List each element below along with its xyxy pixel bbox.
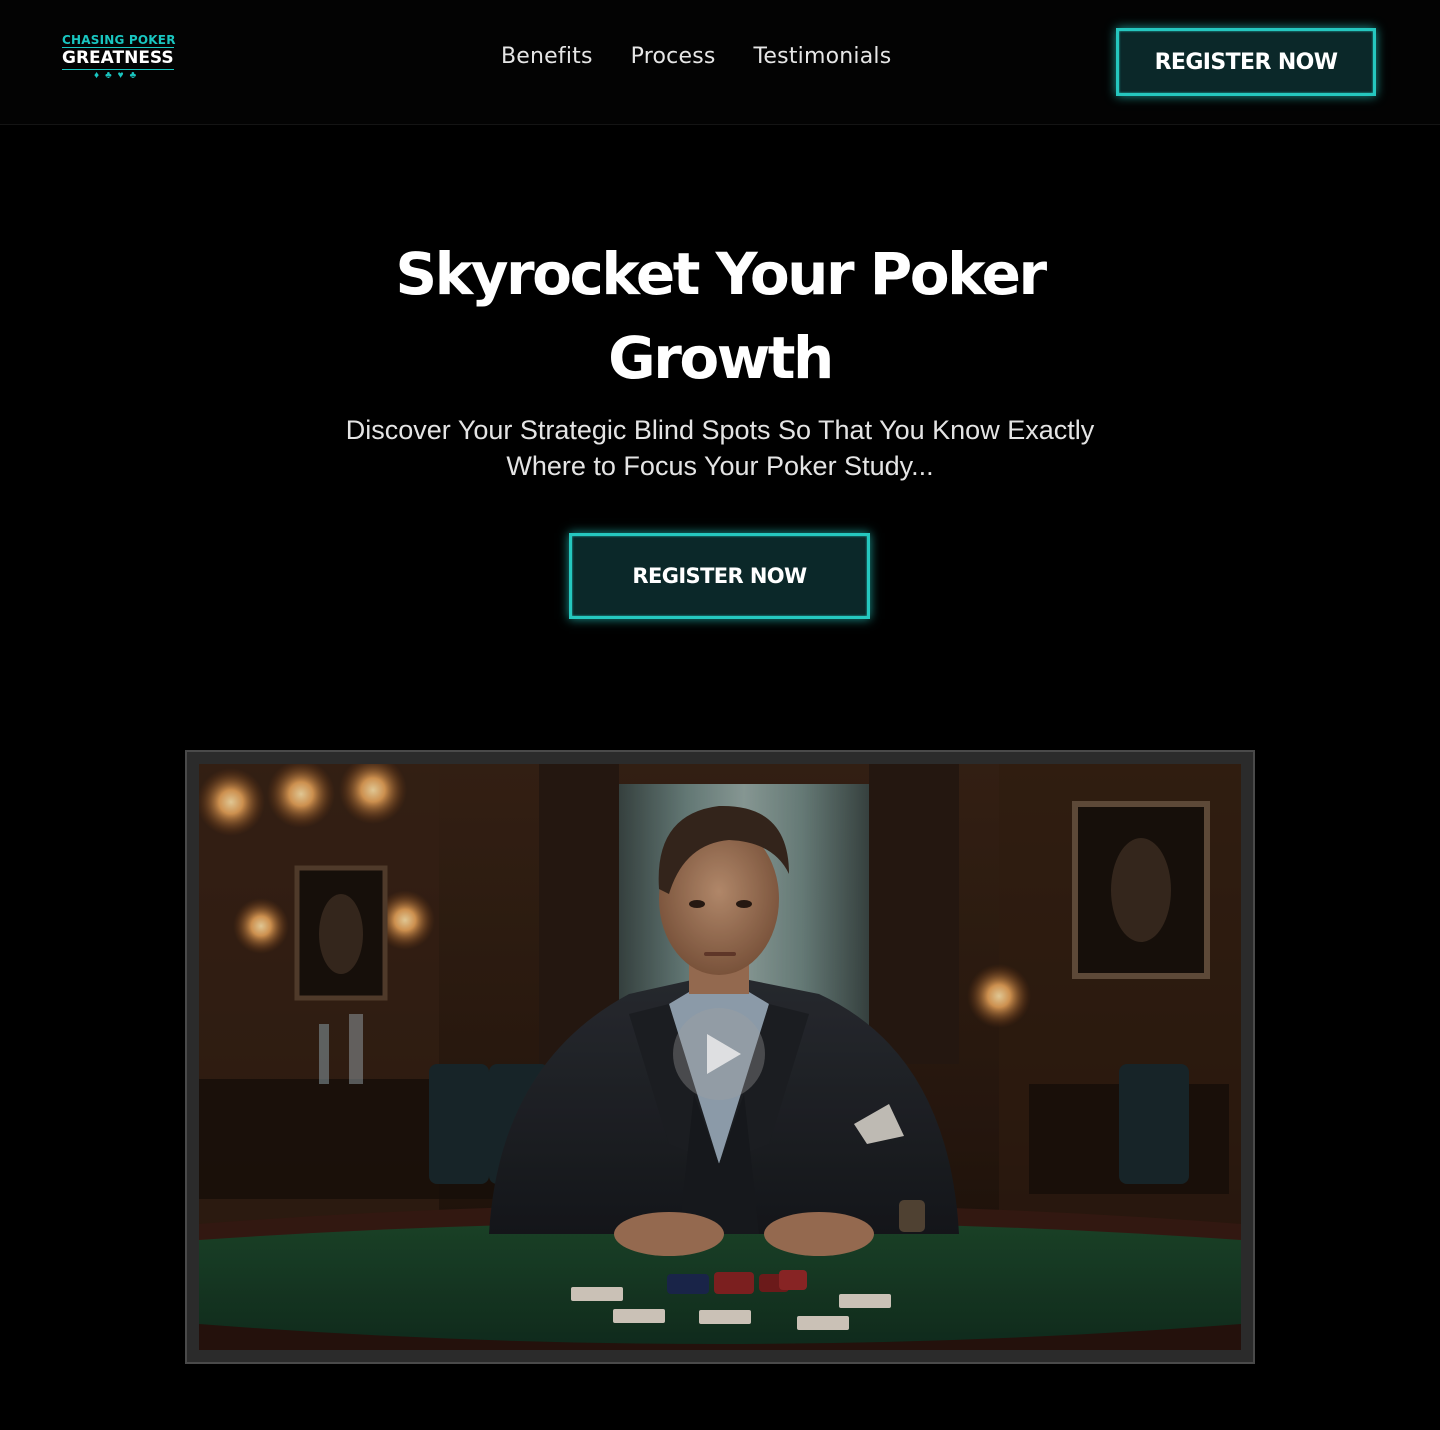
nav-link-benefits[interactable]: Benefits [501,44,593,69]
play-button[interactable] [673,1008,765,1100]
hero-subtitle-line-1: Discover Your Strategic Blind Spots So T… [345,415,1095,445]
hero-subtitle: Discover Your Strategic Blind Spots So T… [0,412,1440,484]
logo[interactable]: CHASING POKER GREATNESS ♦♣♥♣ [62,33,186,82]
hero-title: Skyrocket Your Poker Growth [0,232,1440,400]
hero-title-line-1: Skyrocket Your Poker [395,240,1047,308]
video-player[interactable] [199,764,1241,1350]
hero-register-button[interactable]: REGISTER NOW [569,533,870,619]
header-register-button[interactable]: REGISTER NOW [1116,28,1376,96]
nav-link-process[interactable]: Process [631,44,716,69]
site-header: CHASING POKER GREATNESS ♦♣♥♣ Benefits Pr… [0,0,1440,125]
nav-link-testimonials[interactable]: Testimonials [754,44,892,69]
video-frame [185,750,1255,1364]
play-icon [707,1034,741,1074]
logo-top-text: CHASING POKER [62,33,176,47]
logo-main-text: GREATNESS [62,47,174,70]
card-suits-icon: ♦♣♥♣ [94,70,143,81]
page: CHASING POKER GREATNESS ♦♣♥♣ Benefits Pr… [0,0,1440,1430]
hero-subtitle-line-2: Where to Focus Your Poker Study... [506,451,934,481]
hero-title-line-2: Growth [608,324,834,392]
main-nav: Benefits Process Testimonials [501,44,891,69]
